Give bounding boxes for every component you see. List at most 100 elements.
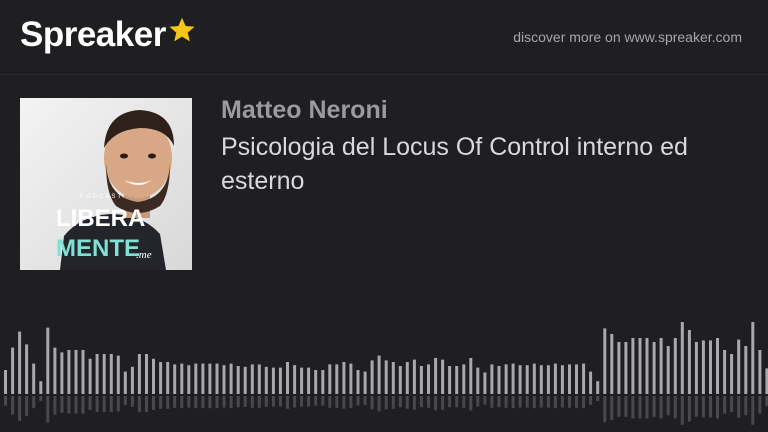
waveform-bar-reflection	[201, 396, 205, 409]
waveform-bar-reflection	[293, 396, 297, 408]
waveform-bar	[53, 347, 57, 394]
waveform-bar	[539, 365, 543, 394]
waveform-bar-reflection	[525, 396, 529, 408]
waveform-bar	[723, 350, 727, 394]
waveform-bar-reflection	[546, 396, 550, 408]
waveform-bar	[236, 366, 240, 394]
waveform-bar-reflection	[356, 396, 360, 406]
waveform-bar	[145, 354, 148, 394]
waveform-bar	[286, 362, 289, 394]
waveform-bar-reflection	[166, 396, 170, 409]
waveform-bar-reflection	[32, 396, 36, 409]
waveform-bar-reflection	[455, 396, 459, 408]
waveform-bar	[159, 362, 163, 394]
spreaker-logo[interactable]: Spreaker	[20, 14, 196, 56]
waveform-bar	[229, 363, 233, 394]
waveform-bar	[391, 362, 395, 394]
cover-title-line2: MENTE	[56, 235, 140, 262]
waveform-bar-reflection	[250, 396, 254, 408]
waveform-bar-reflection	[631, 396, 635, 419]
waveform-bar	[180, 363, 184, 394]
waveform-bar-reflection	[624, 396, 628, 417]
waveform-bar	[95, 354, 99, 394]
waveform-bar	[617, 342, 621, 394]
waveform-bar	[568, 364, 571, 394]
waveform-bar-reflection	[391, 396, 395, 409]
waveform-bar-reflection	[349, 396, 353, 409]
waveform-bar	[314, 370, 318, 394]
waveform-bar-reflection	[130, 396, 134, 407]
waveform-bar	[462, 364, 466, 394]
waveform-bar	[434, 358, 438, 394]
waveform-bar	[412, 359, 416, 394]
waveform-bar-reflection	[694, 396, 698, 417]
waveform-bar	[271, 367, 275, 394]
waveform-bar	[666, 346, 670, 394]
waveform-bar	[300, 367, 304, 394]
waveform-bar	[109, 354, 113, 394]
waveform-bar-reflection	[159, 396, 163, 409]
waveform-bar	[497, 366, 501, 394]
waveform-bar-reflection	[469, 396, 473, 411]
waveform-bar	[377, 355, 381, 394]
waveform-bar-reflection	[497, 396, 501, 408]
waveform-bar	[102, 354, 106, 394]
waveform-bar	[589, 371, 593, 394]
waveform-bar	[81, 350, 85, 394]
waveform-bar	[166, 362, 170, 394]
waveform-bar	[560, 365, 564, 394]
waveform-bar-reflection	[39, 396, 43, 402]
waveform-bar-reflection	[236, 396, 240, 408]
waveform-bar	[553, 363, 557, 394]
waveform-bar-reflection	[208, 396, 212, 409]
episode-author[interactable]: Matteo Neroni	[221, 96, 388, 125]
waveform-bar	[701, 340, 705, 394]
waveform-bar-reflection	[335, 396, 339, 408]
waveform-bar-reflection	[180, 396, 184, 409]
audio-waveform[interactable]	[0, 300, 768, 432]
waveform-bar	[74, 350, 78, 394]
waveform-bar-reflection	[215, 396, 219, 409]
waveform-bar	[652, 342, 656, 394]
waveform-bar	[264, 366, 268, 394]
waveform-bar	[307, 367, 311, 394]
waveform-bar	[575, 364, 578, 394]
waveform-bar	[744, 346, 748, 394]
waveform-bar	[398, 366, 402, 394]
header-bar: Spreaker discover more on www.spreaker.c…	[0, 0, 768, 75]
waveform-bar	[504, 364, 508, 394]
episode-title[interactable]: Psicologia del Locus Of Control interno …	[221, 130, 761, 198]
waveform-bar-reflection	[278, 396, 282, 407]
waveform-bar	[596, 381, 600, 394]
waveform-bar-reflection	[758, 396, 762, 414]
waveform-bar	[518, 365, 522, 394]
waveform-bar	[546, 365, 550, 394]
waveform-bar-reflection	[102, 396, 106, 412]
waveform-bar	[11, 347, 15, 394]
waveform-bar-reflection	[441, 396, 445, 410]
waveform-bar-reflection	[60, 396, 64, 413]
waveform-bar-reflection	[405, 396, 409, 409]
waveform-bar-reflection	[539, 396, 543, 408]
waveform-bar-reflection	[46, 396, 50, 423]
waveform-bar-reflection	[680, 396, 684, 425]
waveform-bar-reflection	[723, 396, 727, 414]
waveform-bar-reflection	[730, 396, 734, 412]
waveform-bar-reflection	[377, 396, 381, 412]
discover-more-link[interactable]: discover more on www.spreaker.com	[513, 29, 742, 45]
waveform-bar	[137, 354, 141, 394]
waveform-bar-reflection	[257, 396, 261, 408]
waveform-bar	[469, 358, 473, 394]
waveform-bar	[448, 366, 452, 394]
waveform-bar	[631, 338, 635, 394]
waveform-bar-reflection	[701, 396, 705, 418]
waveform-bar	[257, 364, 261, 394]
waveform-bar-reflection	[419, 396, 423, 408]
waveform-bar	[222, 365, 226, 394]
waveform-bar-reflection	[504, 396, 508, 408]
cover-podcast-label: PODCAST	[80, 194, 123, 200]
waveform-bar-reflection	[307, 396, 311, 407]
waveform-bar-reflection	[638, 396, 642, 419]
waveform-bar-reflection	[610, 396, 614, 420]
waveform-bar-reflection	[448, 396, 452, 408]
